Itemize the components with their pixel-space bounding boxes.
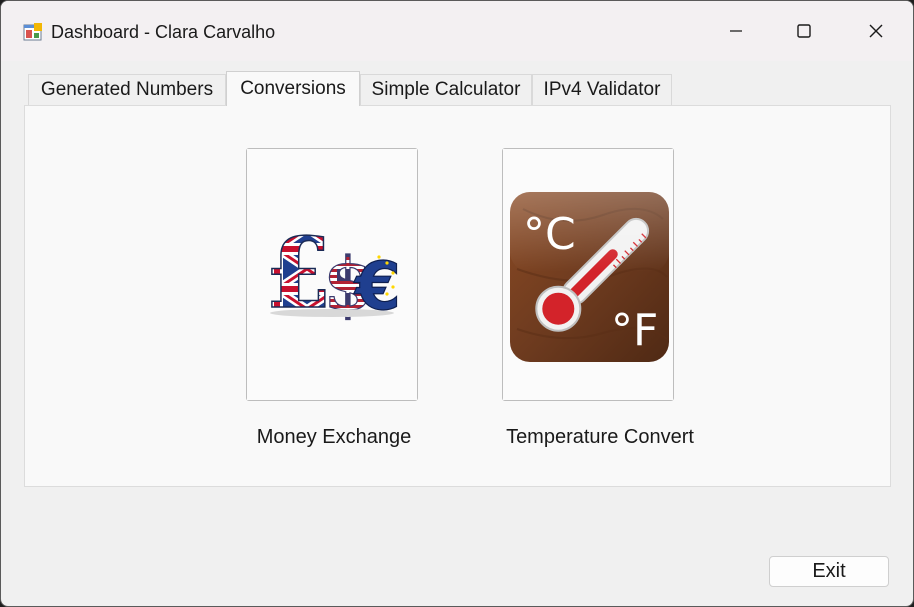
currency-symbols-icon: £ $ € (247, 149, 417, 400)
temperature-convert-label: Temperature Convert (506, 426, 694, 448)
window-title: Dashboard - Clara Carvalho (51, 22, 276, 42)
close-button[interactable] (841, 1, 911, 61)
maximize-icon (797, 24, 811, 38)
thermometer-icon: °C °F (503, 149, 673, 400)
close-icon (869, 24, 883, 38)
title-bar[interactable]: Dashboard - Clara Carvalho (1, 1, 913, 61)
tab-simple-calculator[interactable]: Simple Calculator (360, 74, 532, 105)
minimize-icon (730, 30, 742, 32)
form-icon (23, 23, 42, 41)
conversions-panel: £ $ € °F Money Exchange Temperature Conv… (24, 105, 891, 487)
money-exchange-label: Money Exchange (256, 426, 412, 448)
exit-button[interactable]: Exit (769, 556, 889, 587)
minimize-button[interactable] (701, 1, 771, 61)
fahrenheit-label: °F (611, 305, 658, 356)
tab-generated-numbers[interactable]: Generated Numbers (28, 74, 226, 105)
temperature-convert-button[interactable]: °C °F (502, 148, 674, 401)
dashboard-window: Dashboard - Clara Carvalho Generated Num… (0, 0, 914, 607)
tab-conversions[interactable]: Conversions (226, 71, 360, 106)
maximize-button[interactable] (769, 1, 839, 61)
money-exchange-button[interactable]: £ $ € (246, 148, 418, 401)
tab-ipv4-validator[interactable]: IPv4 Validator (532, 74, 672, 105)
tab-strip: Generated Numbers Simple Calculator IPv4… (1, 61, 913, 107)
